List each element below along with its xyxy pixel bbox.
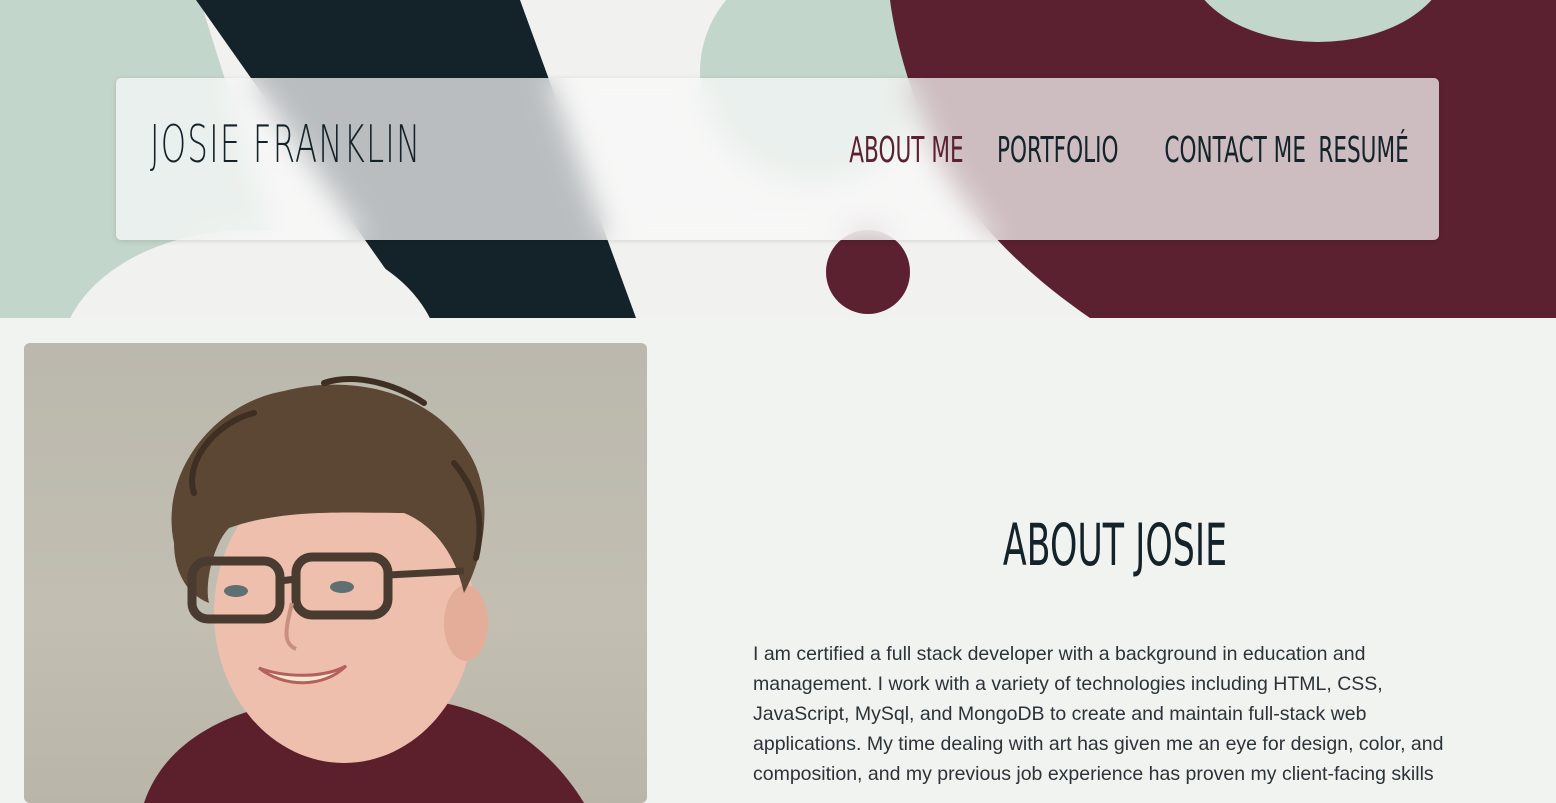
site-brand[interactable]: Josie Franklin xyxy=(150,112,421,180)
about-heading: About Josie xyxy=(1002,511,1228,579)
nav-resume[interactable]: Resumé xyxy=(1319,128,1409,175)
nav-contact-me[interactable]: Contact Me xyxy=(1165,128,1307,175)
main-nav: About Me Portfolio Contact Me Resumé xyxy=(821,128,1409,175)
portrait-photo xyxy=(24,343,647,803)
nav-portfolio[interactable]: Portfolio xyxy=(997,128,1118,175)
about-paragraph: I am certified a full stack developer wi… xyxy=(753,643,1444,785)
portrait-illustration xyxy=(144,376,584,803)
nav-about-me[interactable]: About Me xyxy=(849,128,963,175)
navbar: Josie Franklin About Me Portfolio Contac… xyxy=(116,78,1439,240)
hero-banner: Josie Franklin About Me Portfolio Contac… xyxy=(0,0,1556,318)
